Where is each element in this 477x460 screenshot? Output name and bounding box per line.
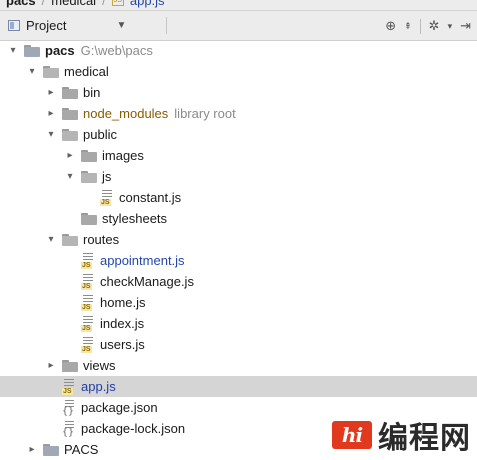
tree-item-users-js[interactable]: JS users.js [0, 334, 477, 355]
tree-item-bin[interactable]: ▸ bin [0, 82, 477, 103]
tree-item-label: routes [83, 232, 120, 247]
tree-item-label: medical [64, 64, 109, 79]
js-file-icon: JS [81, 336, 95, 353]
tree-item-label: bin [83, 85, 101, 100]
js-file-icon: JS [81, 294, 95, 311]
tree-item-views[interactable]: ▸ views [0, 355, 477, 376]
chevron-right-icon[interactable]: ▸ [65, 150, 75, 161]
json-file-icon: {} [62, 420, 76, 437]
tree-item-label: appointment.js [100, 253, 185, 268]
folder-icon [81, 149, 97, 162]
breadcrumb-separator: / [102, 0, 106, 8]
tree-item-label: stylesheets [102, 211, 168, 226]
chevron-right-icon[interactable]: ▸ [46, 108, 56, 119]
tree-item-label: checkManage.js [100, 274, 194, 289]
watermark: hi 编程网 [332, 413, 471, 457]
chevron-down-icon[interactable]: ▾ [46, 129, 56, 140]
tree-item-path: G:\web\pacs [80, 43, 153, 58]
tree-item-app-js[interactable]: JS app.js [0, 376, 477, 397]
tree-item-label: index.js [100, 316, 145, 331]
breadcrumb-separator: / [41, 0, 46, 8]
tree-item-medical[interactable]: ▾ medical [0, 61, 477, 82]
project-view-dropdown[interactable]: Project ▼ [8, 18, 126, 33]
globe-icon[interactable]: ⊕ [385, 18, 396, 34]
tree-item-label: images [102, 148, 144, 163]
folder-icon [81, 170, 97, 183]
tree-item-label: package-lock.json [81, 421, 186, 436]
chevron-right-icon[interactable]: ▸ [46, 87, 56, 98]
project-icon [8, 20, 20, 31]
tree-item-home-js[interactable]: JS home.js [0, 292, 477, 313]
folder-icon [62, 359, 78, 372]
folder-icon [81, 212, 97, 225]
chevron-down-icon[interactable]: ▾ [46, 234, 56, 245]
tree-item-label: package.json [81, 400, 158, 415]
folder-icon [62, 233, 78, 246]
breadcrumb-root[interactable]: pacs [6, 0, 36, 8]
breadcrumb: pacs / medical / JS app.js [0, 0, 477, 11]
tree-item-js[interactable]: ▾ js [0, 166, 477, 187]
toolbar-divider [419, 18, 421, 34]
tree-item-constant-js[interactable]: JS constant.js [0, 187, 477, 208]
js-file-icon: JS [62, 378, 76, 395]
watermark-logo: hi [332, 421, 372, 449]
breadcrumb-file[interactable]: app.js [130, 0, 165, 8]
chevron-down-icon[interactable]: ▾ [8, 45, 18, 56]
tree-item-label: users.js [100, 337, 145, 352]
folder-icon [43, 443, 59, 456]
hide-icon[interactable]: ⇥ [460, 18, 471, 34]
js-file-icon: JS [111, 0, 124, 6]
folder-icon [62, 128, 78, 141]
watermark-text: 编程网 [378, 421, 471, 456]
folder-icon [24, 44, 40, 57]
tree-item-stylesheets[interactable]: stylesheets [0, 208, 477, 229]
tree-item-label: js [102, 169, 112, 184]
tree-root-pacs[interactable]: ▾ pacs G:\web\pacs [0, 40, 477, 61]
chevron-down-icon[interactable]: ▾ [27, 66, 37, 77]
folder-icon [62, 107, 78, 120]
chevron-down-icon[interactable]: ▾ [65, 171, 75, 182]
folder-icon [62, 86, 78, 99]
tree-item-routes[interactable]: ▾ routes [0, 229, 477, 250]
collapse-icon[interactable]: ⇞ [404, 21, 412, 32]
json-file-icon: {} [62, 399, 76, 416]
tree-item-label: node_modules [83, 106, 169, 121]
library-root-note: library root [174, 106, 236, 121]
tree-item-node-modules[interactable]: ▸ node_modules library root [0, 103, 477, 124]
toolbar-divider [166, 17, 167, 34]
project-toolbar: Project ▼ ⊕ ⇞ ✲ ▾ ⇥ [0, 11, 477, 41]
js-file-icon: JS [81, 273, 95, 290]
js-file-icon: JS [81, 315, 95, 332]
folder-icon [43, 65, 59, 78]
tree-item-label: public [83, 127, 117, 142]
tree-item-label: constant.js [119, 190, 182, 205]
tree-item-checkmanage-js[interactable]: JS checkManage.js [0, 271, 477, 292]
tree-item-index-js[interactable]: JS index.js [0, 313, 477, 334]
breadcrumb-folder[interactable]: medical [51, 0, 96, 8]
chevron-right-icon[interactable]: ▸ [27, 444, 37, 455]
js-file-icon: JS [100, 189, 114, 206]
tree-item-label: home.js [100, 295, 146, 310]
tree-item-label: pacs [45, 43, 75, 58]
gear-dropdown-icon[interactable]: ▾ [448, 21, 453, 32]
js-file-icon: JS [81, 252, 95, 269]
tree-item-label: PACS [64, 442, 99, 457]
tree-item-appointment-js[interactable]: JS appointment.js [0, 250, 477, 271]
gear-icon[interactable]: ✲ [429, 18, 440, 34]
project-view-label: Project [26, 18, 67, 33]
project-tree: ▾ pacs G:\web\pacs ▾ medical ▸ bin ▸ nod… [0, 40, 477, 460]
tree-item-label: views [83, 358, 116, 373]
tree-item-label: app.js [81, 379, 116, 394]
tree-item-public[interactable]: ▾ public [0, 124, 477, 145]
tree-item-images[interactable]: ▸ images [0, 145, 477, 166]
chevron-down-icon: ▼ [116, 20, 127, 31]
chevron-right-icon[interactable]: ▸ [46, 360, 56, 371]
